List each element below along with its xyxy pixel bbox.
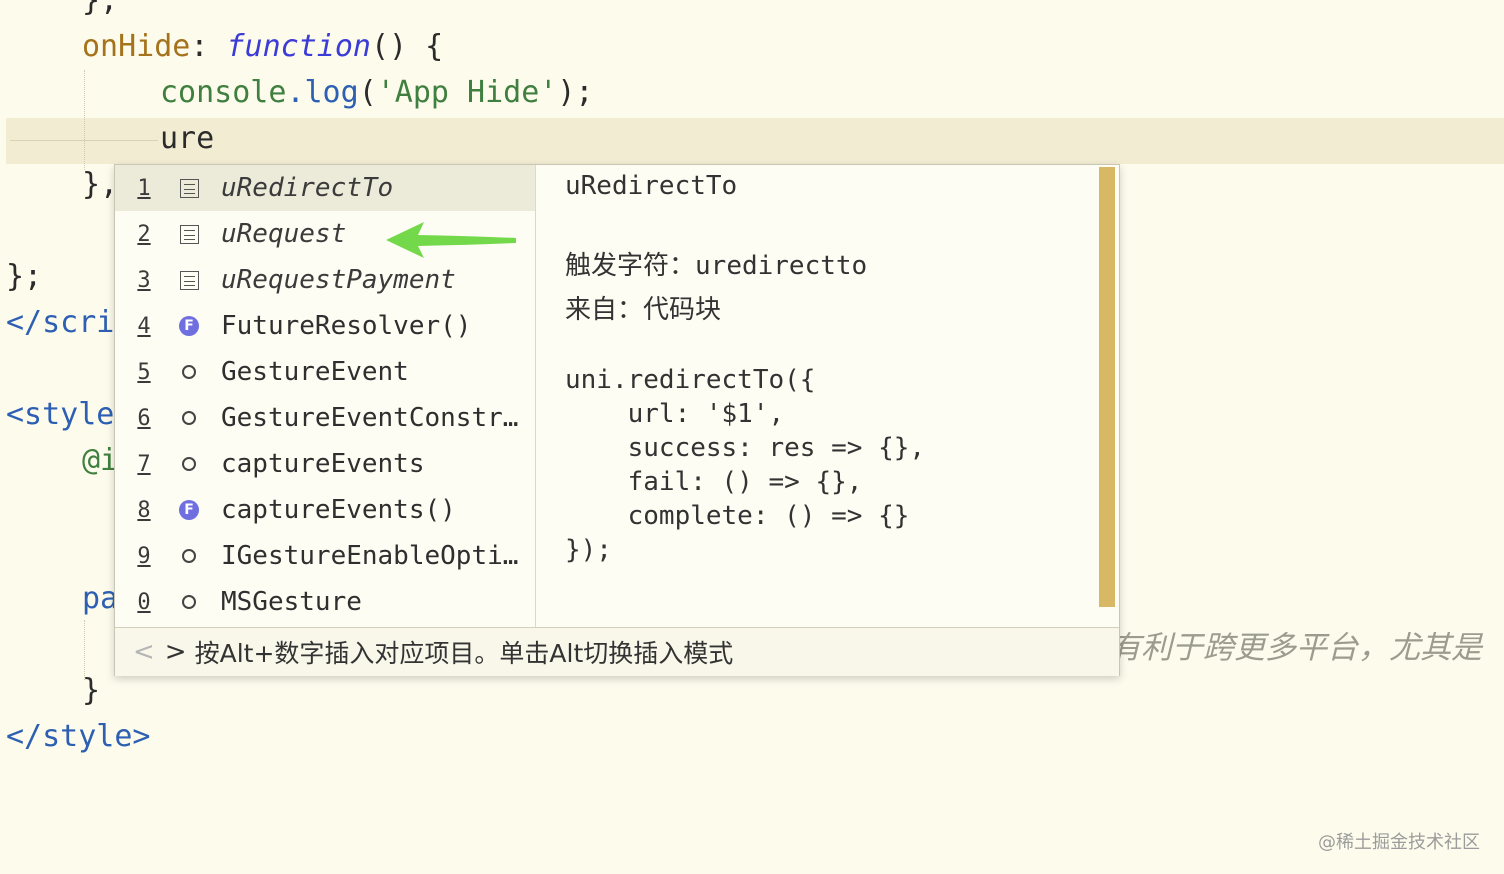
code-text: ( <box>358 75 377 110</box>
item-shortcut-number: 6 <box>137 405 151 431</box>
property-icon <box>167 365 211 379</box>
item-label: captureEvents() <box>221 495 456 525</box>
console-object: console <box>160 75 287 110</box>
code-text: </style> <box>6 719 151 754</box>
property-name: onHide <box>82 29 191 64</box>
autocomplete-popup[interactable]: 1 uRedirectTo 2 uRequest 3 uRequestPayment 4 F F… <box>114 164 1120 676</box>
item-shortcut-number: 1 <box>137 175 151 201</box>
item-label: uRequest <box>221 219 347 249</box>
code-line-brace[interactable]: } <box>82 668 100 714</box>
code-text: } <box>82 673 101 708</box>
item-shortcut-number: 7 <box>137 451 151 477</box>
code-line-4[interactable]: }, <box>82 162 118 208</box>
property-icon <box>167 411 211 425</box>
item-shortcut-number: 8 <box>137 497 151 523</box>
string-literal: 'App Hide' <box>376 75 558 110</box>
footer-hint: 按Alt+数字插入对应项目。单击Alt切换插入模式 <box>194 639 734 668</box>
code-text: @i <box>82 443 119 478</box>
code-text: pa <box>82 581 119 616</box>
detail-title: uRedirectTo <box>565 171 738 201</box>
detail-scrollbar[interactable] <box>1099 167 1115 607</box>
annotation-arrow-icon <box>386 222 516 258</box>
source-label: 来自： <box>565 295 644 325</box>
autocomplete-item[interactable]: 9 IGestureEnableOpti… <box>115 533 535 579</box>
autocomplete-item[interactable]: 8 FcaptureEvents() <box>115 487 535 533</box>
code-comment-fragment: 有利于跨更多平台，尤其是 <box>1110 630 1482 666</box>
item-label: FutureResolver() <box>221 311 472 341</box>
code-line-page[interactable]: pa <box>82 576 118 622</box>
item-shortcut-number: 2 <box>137 221 151 247</box>
code-line-onhide[interactable]: onHide: function() { <box>82 24 443 70</box>
function-icon: F <box>167 316 211 336</box>
detail-code-line: fail: () => {}, <box>565 467 863 497</box>
code-text: </scri <box>6 305 115 340</box>
function-badge: F <box>179 316 199 336</box>
item-label: uRequestPayment <box>221 265 456 295</box>
watermark: @稀土掘金技术社区 <box>1318 832 1480 853</box>
code-line-0[interactable]: }, <box>82 0 118 24</box>
code-line-style-open[interactable]: <style <box>6 392 114 438</box>
snippet-icon <box>167 270 211 290</box>
item-shortcut-number: 5 <box>137 359 151 385</box>
autocomplete-item[interactable]: 7 captureEvents <box>115 441 535 487</box>
autocomplete-item[interactable]: 6 GestureEventConstr… <box>115 395 535 441</box>
detail-code-line: url: '$1', <box>565 399 785 429</box>
code-line-console[interactable]: console.log('App Hide'); <box>160 70 594 116</box>
trigger-label: 触发字符： <box>565 251 696 281</box>
indent-marker <box>10 140 158 141</box>
property-icon <box>167 595 211 609</box>
snippet-icon <box>167 224 211 244</box>
code-text: () { <box>371 29 444 64</box>
current-line-highlight <box>6 118 1504 164</box>
item-label: uRedirectTo <box>221 173 394 203</box>
code-text: : <box>190 29 227 64</box>
code-line-5[interactable]: }; <box>6 254 42 300</box>
detail-code-line: complete: () => {} <box>565 501 910 531</box>
item-label: captureEvents <box>221 449 425 479</box>
detail-trigger: 触发字符：uredirectto <box>565 245 867 282</box>
autocomplete-item[interactable]: 3 uRequestPayment <box>115 257 535 303</box>
detail-code-line: success: res => {}, <box>565 433 926 463</box>
function-icon: F <box>167 500 211 520</box>
source-value: 代码块 <box>643 295 722 325</box>
item-label: GestureEventConstr… <box>221 403 519 433</box>
property-icon <box>167 549 211 563</box>
code-text: }, <box>82 0 119 18</box>
detail-code-line: uni.redirectTo({ <box>565 365 816 395</box>
autocomplete-item[interactable]: 4 F FutureResolver() <box>115 303 535 349</box>
code-line-import[interactable]: @i <box>82 438 118 484</box>
code-text: ); <box>557 75 594 110</box>
keyword-function: function <box>226 29 372 64</box>
code-line-script-close[interactable]: </scri <box>6 300 114 346</box>
autocomplete-footer: < > 按Alt+数字插入对应项目。单击Alt切换插入模式 <box>115 627 1119 676</box>
item-shortcut-number: 3 <box>137 267 151 293</box>
indent-guide <box>84 70 85 170</box>
item-shortcut-number: 9 <box>137 543 151 569</box>
next-page-icon[interactable]: > <box>165 637 187 667</box>
detail-source: 来自：代码块 <box>565 289 721 326</box>
function-badge: F <box>179 500 199 520</box>
autocomplete-item[interactable]: 1 uRedirectTo <box>115 165 535 211</box>
item-label: MSGesture <box>221 587 362 617</box>
snippet-icon <box>167 178 211 198</box>
autocomplete-item[interactable]: 0 MSGesture <box>115 579 535 625</box>
code-text: }, <box>82 167 119 202</box>
item-label: IGestureEnableOpti… <box>221 541 519 571</box>
code-text: }; <box>6 259 43 294</box>
code-line-typed[interactable]: ure <box>160 116 214 162</box>
code-line-style-close[interactable]: </style> <box>6 714 151 760</box>
code-text: . <box>286 75 305 110</box>
item-shortcut-number: 0 <box>137 589 151 615</box>
prev-page-icon[interactable]: < <box>133 637 155 667</box>
typed-text: ure <box>160 121 215 156</box>
trigger-value: uredirectto <box>695 251 868 281</box>
autocomplete-detail-panel: uRedirectTo 触发字符：uredirectto 来自：代码块 uni.… <box>565 165 1085 627</box>
log-method: log <box>304 75 359 110</box>
property-icon <box>167 457 211 471</box>
code-text: <style <box>6 397 115 432</box>
item-label: GestureEvent <box>221 357 409 387</box>
autocomplete-item[interactable]: 5 GestureEvent <box>115 349 535 395</box>
item-shortcut-number: 4 <box>137 313 151 339</box>
detail-code-line: }); <box>565 535 612 565</box>
